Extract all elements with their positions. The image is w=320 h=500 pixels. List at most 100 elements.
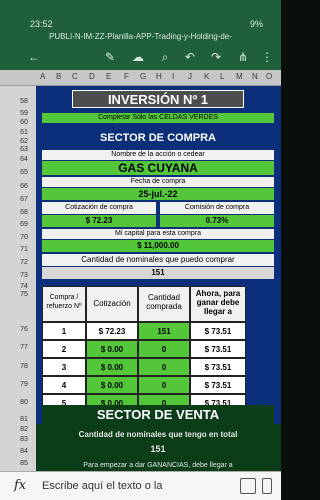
table-cell[interactable]: 1 (42, 322, 86, 340)
share-icon[interactable]: ⋔ (235, 49, 251, 65)
row-number[interactable]: 76 (14, 326, 34, 333)
gain-hint-label[interactable]: Para empezar a dar GANANCIAS, debe llega… (42, 460, 274, 471)
nominals-label[interactable]: Cantidad de nominales que puedo comprar (42, 254, 274, 266)
purchase-date-label[interactable]: Fecha de compra (42, 177, 274, 187)
row-number[interactable]: 73 (14, 272, 34, 279)
more-options-icon[interactable]: ⋮ (259, 49, 275, 65)
row-number[interactable]: 81 (14, 416, 34, 423)
table-cell[interactable]: 0 (138, 340, 190, 358)
row-number[interactable]: 62 (14, 138, 34, 145)
row-number[interactable]: 61 (14, 129, 34, 136)
sell-section-title[interactable]: SECTOR DE VENTA (42, 405, 274, 425)
buy-price-cell[interactable]: $ 72.23 (42, 215, 156, 227)
row-number[interactable]: 78 (14, 363, 34, 370)
row-number[interactable]: 79 (14, 381, 34, 388)
row-number[interactable]: 83 (14, 436, 34, 443)
row-number[interactable]: 69 (14, 221, 34, 228)
buy-section-title[interactable]: SECTOR DE COMPRA (42, 128, 274, 148)
document-title: PUBLI-N-IM-ZZ-Planilla-APP-Trading-y-Hol… (0, 28, 281, 46)
table-cell[interactable]: $ 0.00 (86, 340, 138, 358)
column-header[interactable]: O (266, 72, 272, 81)
table-header[interactable]: Cotización (86, 286, 138, 322)
formula-input[interactable]: Escribe aquí el texto o la (42, 480, 162, 492)
row-number[interactable]: 63 (14, 146, 34, 153)
back-arrow-icon[interactable]: ← (26, 49, 42, 65)
buy-commission-label[interactable]: Comisión de compra (160, 202, 274, 214)
row-number-column: 58 59 60 61 62 63 64 65 66 67 68 69 70 7… (0, 86, 36, 471)
buy-price-label[interactable]: Cotización de compra (42, 202, 156, 214)
purchase-date-cell[interactable]: 25-jul.-22 (42, 188, 274, 200)
row-number[interactable]: 80 (14, 399, 34, 406)
table-cell[interactable]: $ 73.51 (190, 322, 246, 340)
investment-title[interactable]: INVERSIÓN Nº 1 (72, 90, 244, 108)
row-number[interactable]: 66 (14, 183, 34, 190)
undo-icon[interactable]: ↶ (182, 49, 198, 65)
table-cell[interactable]: 2 (42, 340, 86, 358)
row-number[interactable]: 72 (14, 259, 34, 266)
column-header[interactable]: A (40, 72, 45, 81)
row-number[interactable]: 82 (14, 426, 34, 433)
row-number[interactable]: 67 (14, 196, 34, 203)
table-header[interactable]: Compra / refuerzo Nº (42, 286, 86, 322)
row-number[interactable]: 58 (14, 98, 34, 105)
column-header[interactable]: F (124, 72, 129, 81)
column-header[interactable]: B (56, 72, 61, 81)
row-number[interactable]: 85 (14, 460, 34, 467)
table-cell[interactable]: 151 (138, 322, 190, 340)
table-header[interactable]: Cantidad comprada (138, 286, 190, 322)
table-cell[interactable]: $ 73.51 (190, 340, 246, 358)
row-number[interactable]: 68 (14, 209, 34, 216)
row-number[interactable]: 70 (14, 234, 34, 241)
row-number[interactable]: 77 (14, 344, 34, 351)
table-cell[interactable]: 4 (42, 376, 86, 394)
row-number[interactable]: 60 (14, 119, 34, 126)
capital-label[interactable]: Mi capital para esta compra (42, 229, 274, 239)
column-header[interactable]: C (72, 72, 78, 81)
row-number[interactable]: 74 (14, 283, 34, 290)
column-header[interactable]: D (89, 72, 95, 81)
status-bar: 23:52 9% (0, 0, 281, 29)
column-header[interactable]: K (204, 72, 209, 81)
row-number[interactable]: 84 (14, 448, 34, 455)
spreadsheet-grid[interactable]: INVERSIÓN Nº 1 Completar Sólo las CELDAS… (36, 86, 281, 471)
row-number[interactable]: 75 (14, 291, 34, 298)
row-number[interactable]: 59 (14, 110, 34, 117)
checkbox-icon[interactable] (262, 478, 272, 494)
held-nominals-cell[interactable]: 151 (42, 443, 274, 455)
table-cell[interactable]: 0 (138, 358, 190, 376)
stock-name-label[interactable]: Nombre de la acción o cedear (42, 150, 274, 160)
table-cell[interactable]: $ 0.00 (86, 358, 138, 376)
held-nominals-label[interactable]: Cantidad de nominales que tengo en total (42, 429, 274, 441)
column-header[interactable]: G (140, 72, 146, 81)
add-comment-icon[interactable]: ☁ (130, 49, 146, 65)
table-cell[interactable]: 3 (42, 358, 86, 376)
table-cell[interactable]: $ 72.23 (86, 322, 138, 340)
column-header[interactable]: L (220, 72, 224, 81)
buy-commission-cell[interactable]: 0.73% (160, 215, 274, 227)
text-box-icon[interactable] (240, 478, 256, 494)
column-header[interactable]: I (172, 72, 174, 81)
table-cell[interactable]: 0 (138, 376, 190, 394)
column-header[interactable]: J (188, 72, 192, 81)
table-header[interactable]: Ahora, para ganar debe llegar a (190, 286, 246, 322)
row-number[interactable]: 71 (14, 246, 34, 253)
column-header[interactable]: E (106, 72, 111, 81)
column-header-row: A B C D E F G H I J K L M N O (0, 70, 281, 86)
formula-bar: fx Escribe aquí el texto o la (0, 471, 281, 500)
fill-green-instruction[interactable]: Completar Sólo las CELDAS VERDES (42, 113, 274, 123)
function-icon[interactable]: fx (14, 478, 26, 493)
nominals-cell[interactable]: 151 (42, 267, 274, 279)
table-cell[interactable]: $ 73.51 (190, 358, 246, 376)
column-header[interactable]: H (156, 72, 162, 81)
table-cell[interactable]: $ 0.00 (86, 376, 138, 394)
column-header[interactable]: M (236, 72, 243, 81)
row-number[interactable]: 65 (14, 169, 34, 176)
row-number[interactable]: 64 (14, 156, 34, 163)
column-header[interactable]: N (252, 72, 258, 81)
text-format-icon[interactable]: ✎ (102, 49, 118, 65)
redo-icon[interactable]: ↷ (208, 49, 224, 65)
table-cell[interactable]: $ 73.51 (190, 376, 246, 394)
search-icon[interactable]: ⌕ (157, 49, 173, 65)
capital-cell[interactable]: $ 11,000.00 (42, 240, 274, 252)
stock-name-cell[interactable]: GAS CUYANA (42, 161, 274, 175)
